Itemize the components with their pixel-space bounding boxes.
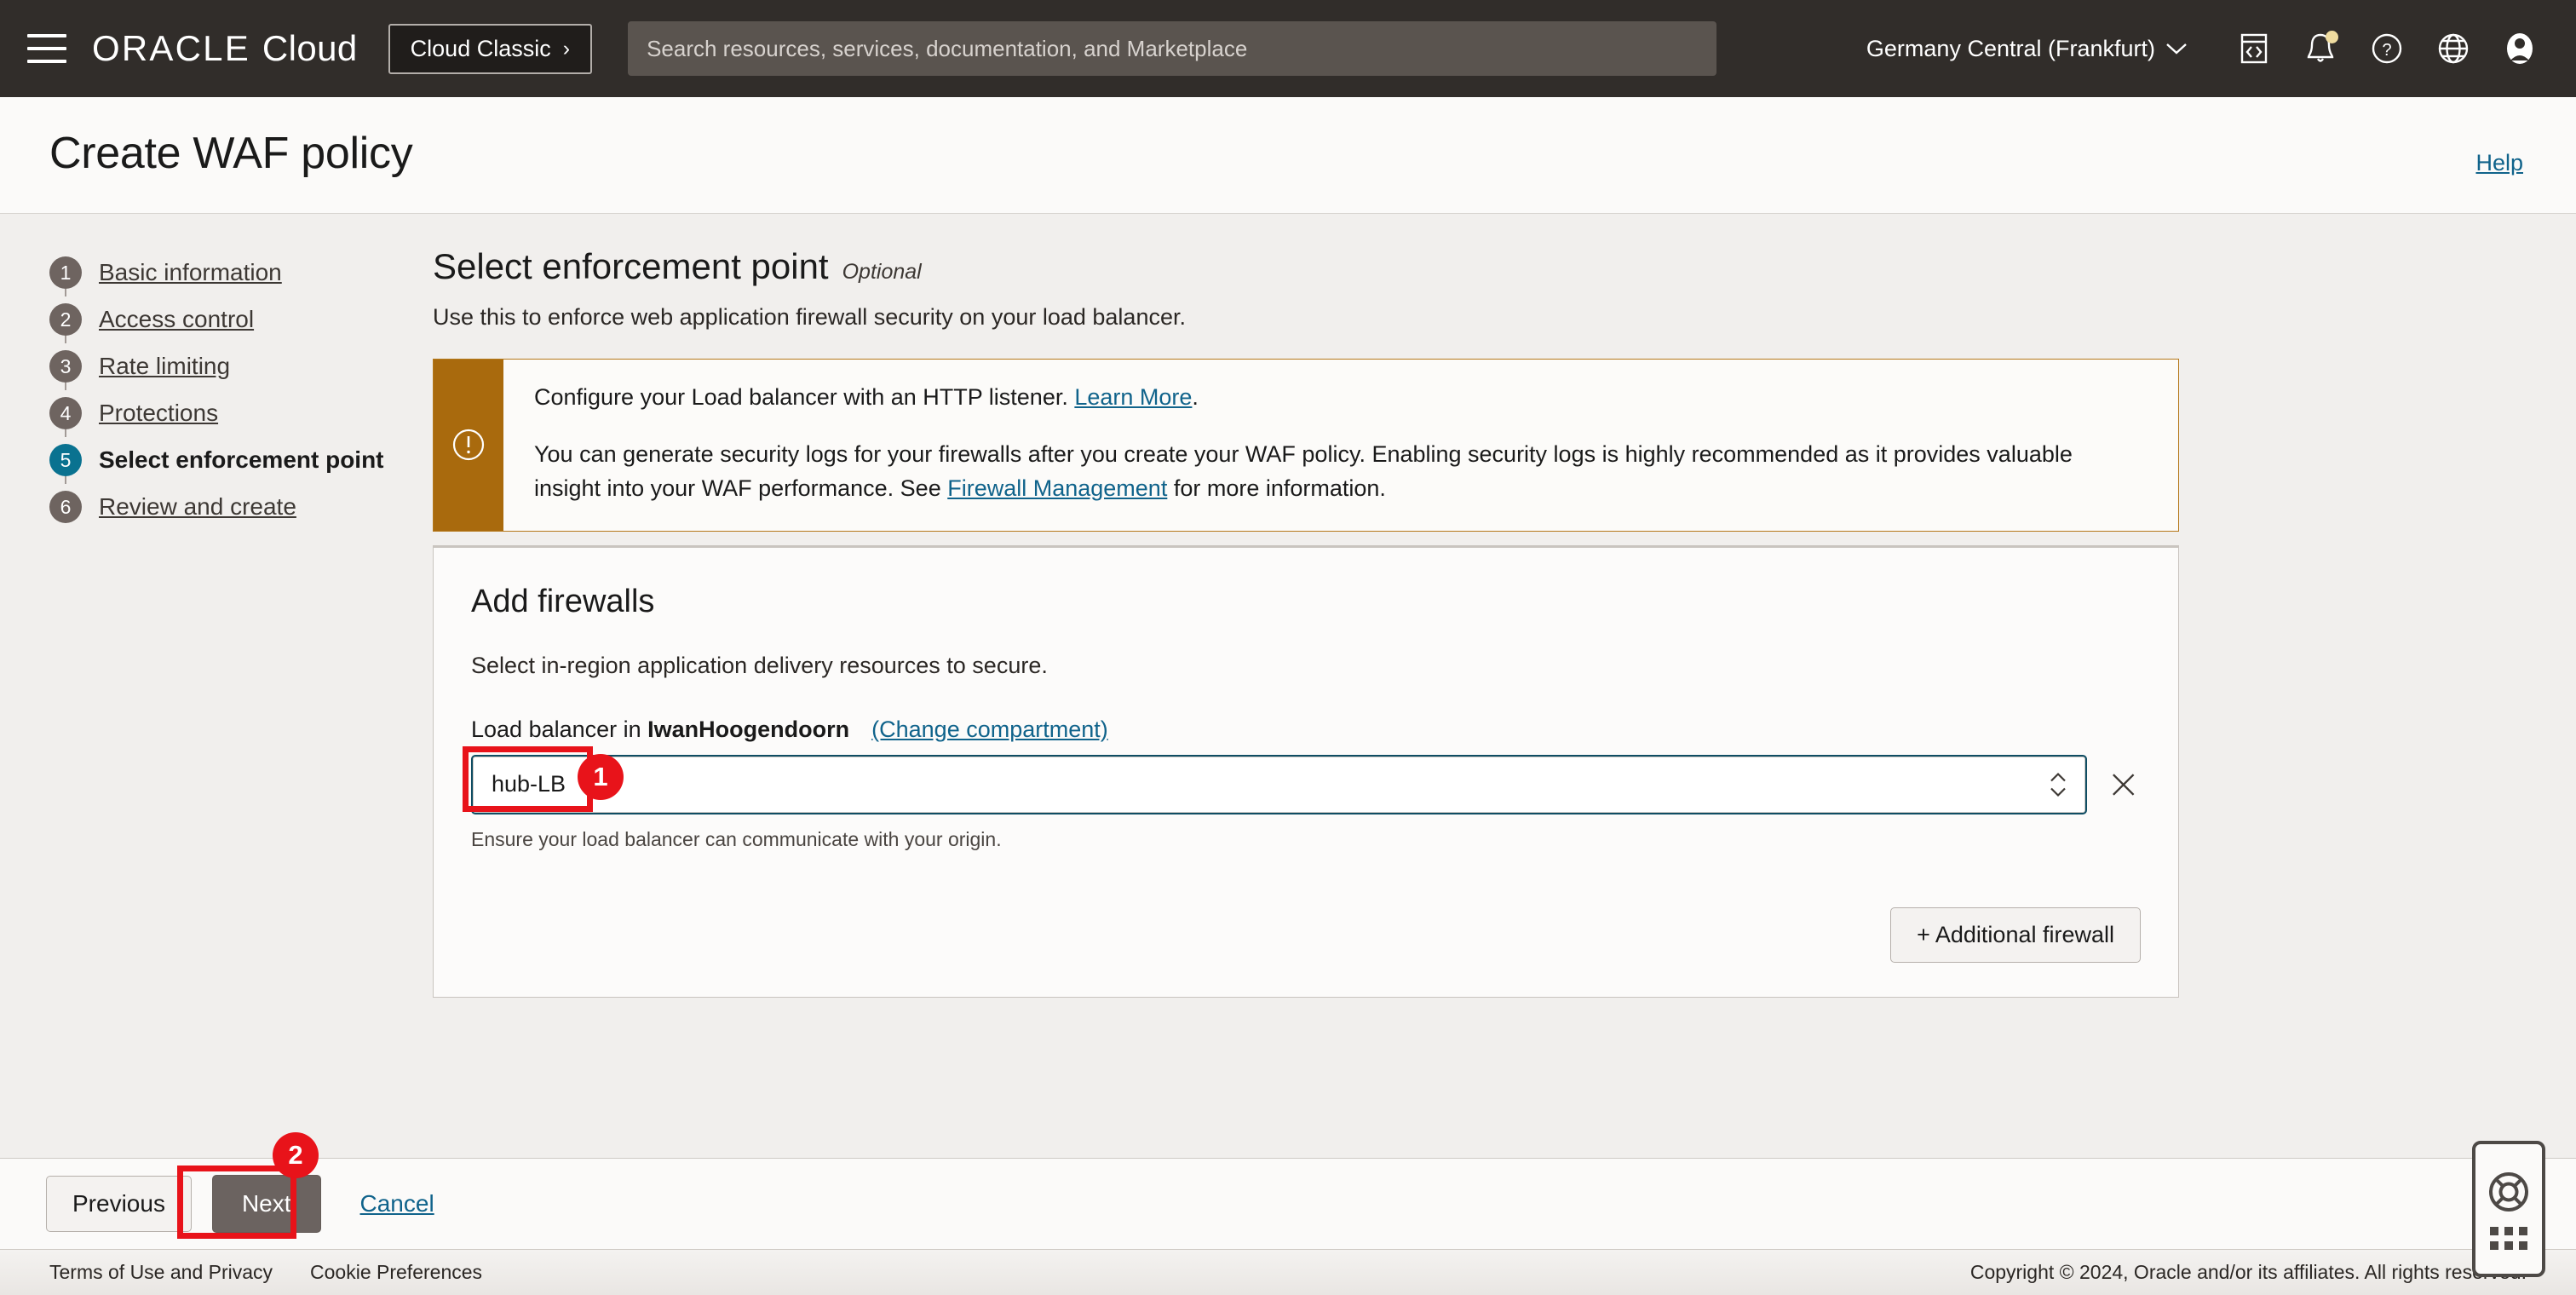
cloud-classic-label: Cloud Classic [410,35,551,61]
step-label[interactable]: Review and create [99,493,296,521]
wizard-action-bar: Previous Next Cancel [0,1158,2576,1249]
life-ring-icon [2489,1171,2528,1212]
sidebar-step-review-and-create[interactable]: 6 Review and create [49,484,407,530]
load-balancer-compartment-row: Load balancer in IwanHoogendoorn (Change… [471,717,2141,743]
warning-line-1-suffix: . [1192,384,1199,410]
step-connector-line [65,429,66,437]
copyright-text: Copyright © 2024, Oracle and/or its affi… [1969,1261,2527,1283]
brand-oracle-text: ORACLE [92,28,250,68]
step-connector-line [65,383,66,390]
chevron-right-icon: › [562,36,571,60]
warning-line-2: You can generate security logs for your … [534,438,2144,504]
terms-of-use-link[interactable]: Terms of Use and Privacy [49,1261,273,1284]
cloud-shell-icon[interactable] [2235,30,2273,67]
sidebar-step-select-enforcement-point[interactable]: 5 Select enforcement point [49,437,407,484]
warning-banner-body: Configure your Load balancer with an HTT… [503,360,2173,531]
svg-text:?: ? [2382,41,2391,60]
load-balancer-field-hint: Ensure your load balancer can communicat… [471,827,1002,850]
cloud-classic-button[interactable]: Cloud Classic › [388,23,593,74]
chevron-down-icon [2166,43,2187,55]
chevron-up-down-icon[interactable] [2050,772,2067,797]
section-subtitle: Use this to enforce web application fire… [433,304,1186,330]
previous-button[interactable]: Previous [46,1176,192,1232]
step-number: 5 [49,444,82,476]
next-button[interactable]: Next [211,1175,321,1233]
section-heading: Select enforcement point Optional [433,246,2179,287]
section-title-text: Select enforcement point [433,246,829,286]
load-balancer-select-row: hub-LB [471,754,2141,814]
warning-line-1: Configure your Load balancer with an HTT… [534,382,2144,412]
dot-grid-icon[interactable] [2490,1226,2527,1250]
load-balancer-select[interactable]: hub-LB [471,754,2087,814]
sidebar-step-basic-information[interactable]: 1 Basic information [49,250,407,296]
language-globe-icon[interactable] [2435,30,2472,67]
user-avatar-icon[interactable] [2501,30,2539,67]
warning-banner: Configure your Load balancer with an HTT… [433,359,2179,532]
notifications-bell-icon[interactable] [2302,30,2339,67]
step-connector-line [65,476,66,484]
step-connector-line [65,336,66,343]
step-number: 1 [49,256,82,289]
warning-line-2-suffix: for more information. [1167,475,1386,501]
step-label[interactable]: Access control [99,306,254,333]
page-title: Create WAF policy [49,129,413,178]
alert-exclamation-icon [434,360,503,531]
top-navigation-bar: ORACLE Cloud Cloud Classic › Germany Cen… [0,0,2576,97]
global-search-bar[interactable] [628,21,1717,76]
notification-badge-dot [2326,31,2338,43]
brand-cloud-text: Cloud [262,28,358,68]
step-number: 3 [49,350,82,383]
wizard-step-navigation: 1 Basic information 2 Access control 3 R… [49,250,407,531]
step-number: 2 [49,303,82,336]
load-balancer-label: Load balancer in IwanHoogendoorn [471,717,849,743]
step-content: Select enforcement point Optional Use th… [433,246,2179,998]
additional-firewall-row: + Additional firewall [471,906,2141,963]
add-firewalls-card: Add firewalls Select in-region applicati… [433,544,2179,998]
warning-line-1-text: Configure your Load balancer with an HTT… [534,384,1075,410]
step-connector-line [65,289,66,296]
cookie-preferences-link[interactable]: Cookie Preferences [310,1261,482,1284]
main-content-area: 1 Basic information 2 Access control 3 R… [0,214,2576,1277]
sidebar-step-access-control[interactable]: 2 Access control [49,296,407,343]
close-x-icon[interactable] [2106,767,2141,803]
step-label[interactable]: Protections [99,400,218,427]
search-input[interactable] [647,35,1699,62]
load-balancer-select-value: hub-LB [492,771,566,797]
step-label[interactable]: Basic information [99,259,282,286]
step-number: 4 [49,397,82,429]
card-title: Add firewalls [471,583,655,619]
region-label: Germany Central (Frankfurt) [1866,35,2155,61]
page-title-bar: Create WAF policy Help [0,97,2576,214]
compartment-name: IwanHoogendoorn [647,716,850,742]
step-label[interactable]: Rate limiting [99,353,230,380]
help-question-icon[interactable]: ? [2368,30,2406,67]
sidebar-step-rate-limiting[interactable]: 3 Rate limiting [49,343,407,390]
step-label: Select enforcement point [99,446,384,473]
step-number: 6 [49,491,82,523]
firewall-management-link[interactable]: Firewall Management [947,475,1167,501]
cancel-link[interactable]: Cancel [360,1190,434,1217]
hamburger-menu-icon[interactable] [27,34,66,63]
learn-more-link[interactable]: Learn More [1074,384,1192,410]
page-footer: Terms of Use and Privacy Cookie Preferen… [0,1249,2576,1295]
load-balancer-label-prefix: Load balancer in [471,716,648,742]
sidebar-step-protections[interactable]: 4 Protections [49,390,407,437]
section-optional-badge: Optional [842,260,922,284]
header-actions: Germany Central (Frankfurt) ? [1866,30,2549,67]
support-help-widget[interactable] [2472,1141,2545,1277]
change-compartment-link[interactable]: (Change compartment) [871,717,1108,743]
footer-links: Terms of Use and Privacy Cookie Preferen… [49,1261,482,1284]
card-subtitle: Select in-region application delivery re… [471,652,1048,678]
additional-firewall-button[interactable]: + Additional firewall [1890,906,2141,963]
oracle-cloud-logo[interactable]: ORACLE Cloud [92,28,358,69]
help-link[interactable]: Help [2475,150,2523,176]
region-selector[interactable]: Germany Central (Frankfurt) [1866,36,2188,62]
